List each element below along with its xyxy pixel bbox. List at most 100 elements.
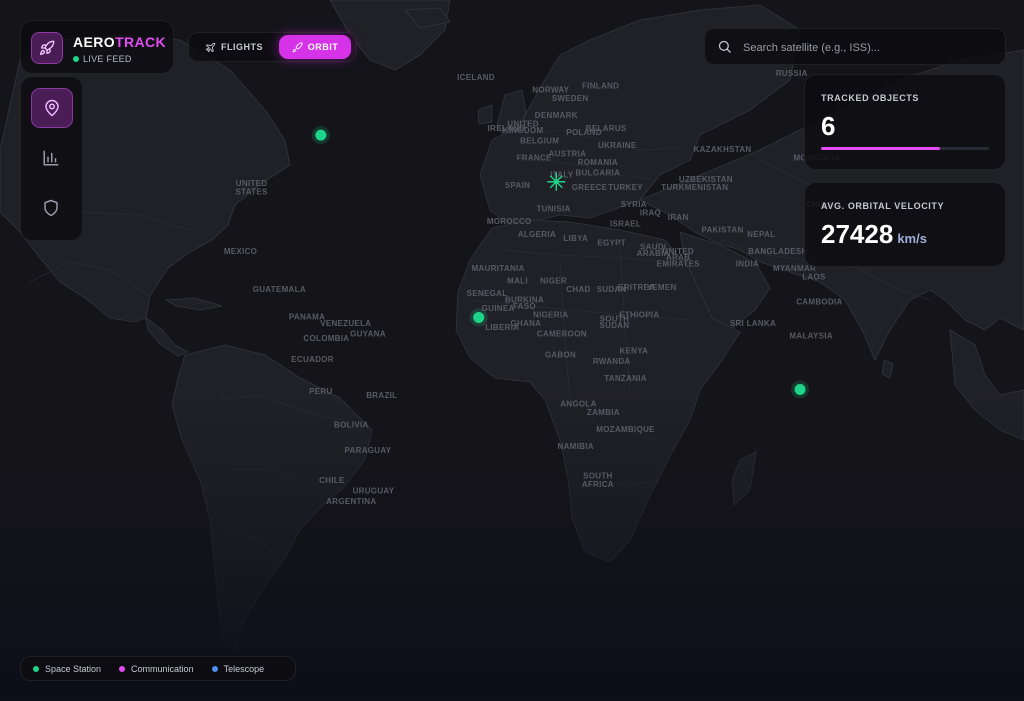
tab-orbit-label: ORBIT — [307, 42, 339, 52]
country-label: LIBYA — [563, 234, 588, 243]
legend-item-telescope: Telescope — [211, 663, 265, 674]
country-label: CAMBODIA — [796, 298, 842, 307]
country-label: PARAGUAY — [345, 446, 392, 455]
tab-flights[interactable]: FLIGHTS — [193, 35, 275, 59]
country-label: DENMARK — [535, 111, 578, 120]
bar-chart-icon — [43, 150, 59, 166]
country-label: RWANDA — [593, 357, 631, 366]
tab-flights-label: FLIGHTS — [221, 42, 263, 52]
search-bar — [704, 28, 1006, 66]
country-label: BELGIUM — [520, 137, 559, 146]
country-label: SENEGAL — [467, 289, 508, 298]
country-label: SUDAN — [599, 321, 629, 330]
country-label: ARGENTINA — [326, 497, 376, 506]
sidebar-item-stats[interactable] — [31, 139, 71, 177]
country-label: GUATEMALA — [253, 285, 306, 294]
legend-dot — [119, 665, 126, 672]
country-label: SWEDEN — [552, 94, 589, 103]
country-label: KAZAKHSTAN — [694, 145, 752, 154]
country-label: MOROCCO — [487, 217, 532, 226]
live-status-dot — [73, 56, 79, 62]
country-label: MOZAMBIQUE — [596, 425, 655, 434]
country-label: LIBERIA — [485, 323, 519, 332]
country-label: ICELAND — [457, 73, 495, 82]
live-feed-status: LIVE FEED — [73, 54, 132, 64]
country-label: CHILE — [319, 476, 345, 485]
search-icon — [718, 40, 731, 53]
country-label: SPAIN — [505, 181, 530, 190]
map-viewport[interactable]: ICELAND NORWAY SWEDEN FINLAND RUSSIA DENMARK U… — [0, 0, 1024, 701]
country-label: ZAMBIA — [587, 408, 620, 417]
orbital-velocity-card: AVG. ORBITAL VELOCITY 27428 km/s — [804, 182, 1006, 267]
country-label: FRANCE — [517, 154, 552, 163]
tracked-objects-card: TRACKED OBJECTS 6 — [804, 74, 1006, 170]
app-title-part1: AERO — [73, 34, 116, 50]
orbital-velocity-label: AVG. ORBITAL VELOCITY — [821, 201, 945, 211]
country-label: ALGERIA — [518, 230, 556, 239]
country-label: ECUADOR — [291, 355, 334, 364]
country-label: GREECE — [572, 183, 608, 192]
orbital-velocity-readout: 27428 km/s — [821, 219, 927, 250]
country-label: NAMIBIA — [558, 442, 594, 451]
country-label: STATES — [236, 187, 269, 196]
rocket-logo-icon — [31, 32, 63, 64]
search-input[interactable] — [741, 29, 1001, 66]
country-label: MAURITANIA — [472, 264, 525, 273]
legend-label: Space Station — [45, 663, 102, 674]
country-label: RUSSIA — [776, 69, 808, 78]
legend-item-communication: Communication — [119, 664, 194, 674]
country-label: PERU — [309, 387, 332, 396]
sidebar-item-map[interactable] — [31, 88, 73, 128]
country-label: TUNISIA — [536, 204, 570, 213]
country-label: TURKMENISTAN — [661, 183, 728, 192]
legend-label: Telescope — [223, 663, 265, 674]
plane-icon — [205, 42, 216, 52]
country-label: NEPAL — [747, 230, 775, 239]
mode-tabs: FLIGHTS ORBIT — [188, 32, 356, 62]
shield-icon — [44, 199, 58, 217]
app-title: AEROTRACK — [73, 34, 166, 50]
country-label: FINLAND — [582, 81, 619, 90]
country-label: INDIA — [736, 260, 759, 269]
country-label: VENEZUELA — [320, 319, 371, 328]
country-label: BULGARIA — [576, 168, 621, 177]
country-label: GABON — [545, 351, 576, 360]
legend-item-space-station: Space Station — [33, 664, 101, 674]
country-label: BANGLADESH — [748, 247, 807, 256]
country-label: ITALY — [550, 171, 574, 180]
orbital-velocity-value: 27428 — [821, 219, 894, 249]
country-label: EGYPT — [597, 238, 626, 247]
country-label: SRI LANKA — [730, 319, 776, 328]
country-label: POLAND — [566, 128, 602, 137]
sidebar-item-security[interactable] — [31, 189, 71, 227]
tracked-objects-progress-fill — [821, 147, 941, 150]
country-label: TURKEY — [608, 183, 643, 192]
country-label: CAMEROON — [537, 330, 587, 339]
satellite-marker[interactable] — [469, 308, 488, 327]
country-label: LAOS — [802, 272, 826, 281]
tab-orbit[interactable]: ORBIT — [279, 35, 351, 59]
map-pin-icon — [45, 99, 59, 117]
country-label: URUGUAY — [353, 486, 395, 495]
country-label: GUINEA — [482, 304, 515, 313]
country-label: ROMANIA — [578, 158, 618, 167]
country-label: IRAQ — [640, 209, 661, 218]
rocket-icon — [292, 41, 303, 52]
legend: Space Station Communication Telescope — [20, 656, 296, 681]
legend-label: Communication — [131, 663, 194, 674]
satellite-marker[interactable] — [791, 380, 810, 399]
country-label: MEXICO — [224, 247, 257, 256]
country-label: COLOMBIA — [303, 334, 349, 343]
satellite-marker[interactable] — [311, 126, 330, 145]
sidebar — [20, 76, 83, 241]
country-label: MALAYSIA — [789, 332, 832, 341]
country-label: IRELAND — [488, 124, 526, 133]
legend-dot — [33, 665, 39, 672]
country-label: ISRAEL — [610, 219, 641, 228]
tracked-objects-progress — [821, 147, 989, 150]
country-label: BRAZIL — [366, 391, 397, 400]
country-label: IRAN — [668, 213, 689, 222]
country-label: KENYA — [619, 346, 648, 355]
legend-dot — [211, 665, 218, 672]
app-title-part2: TRACK — [115, 34, 167, 50]
